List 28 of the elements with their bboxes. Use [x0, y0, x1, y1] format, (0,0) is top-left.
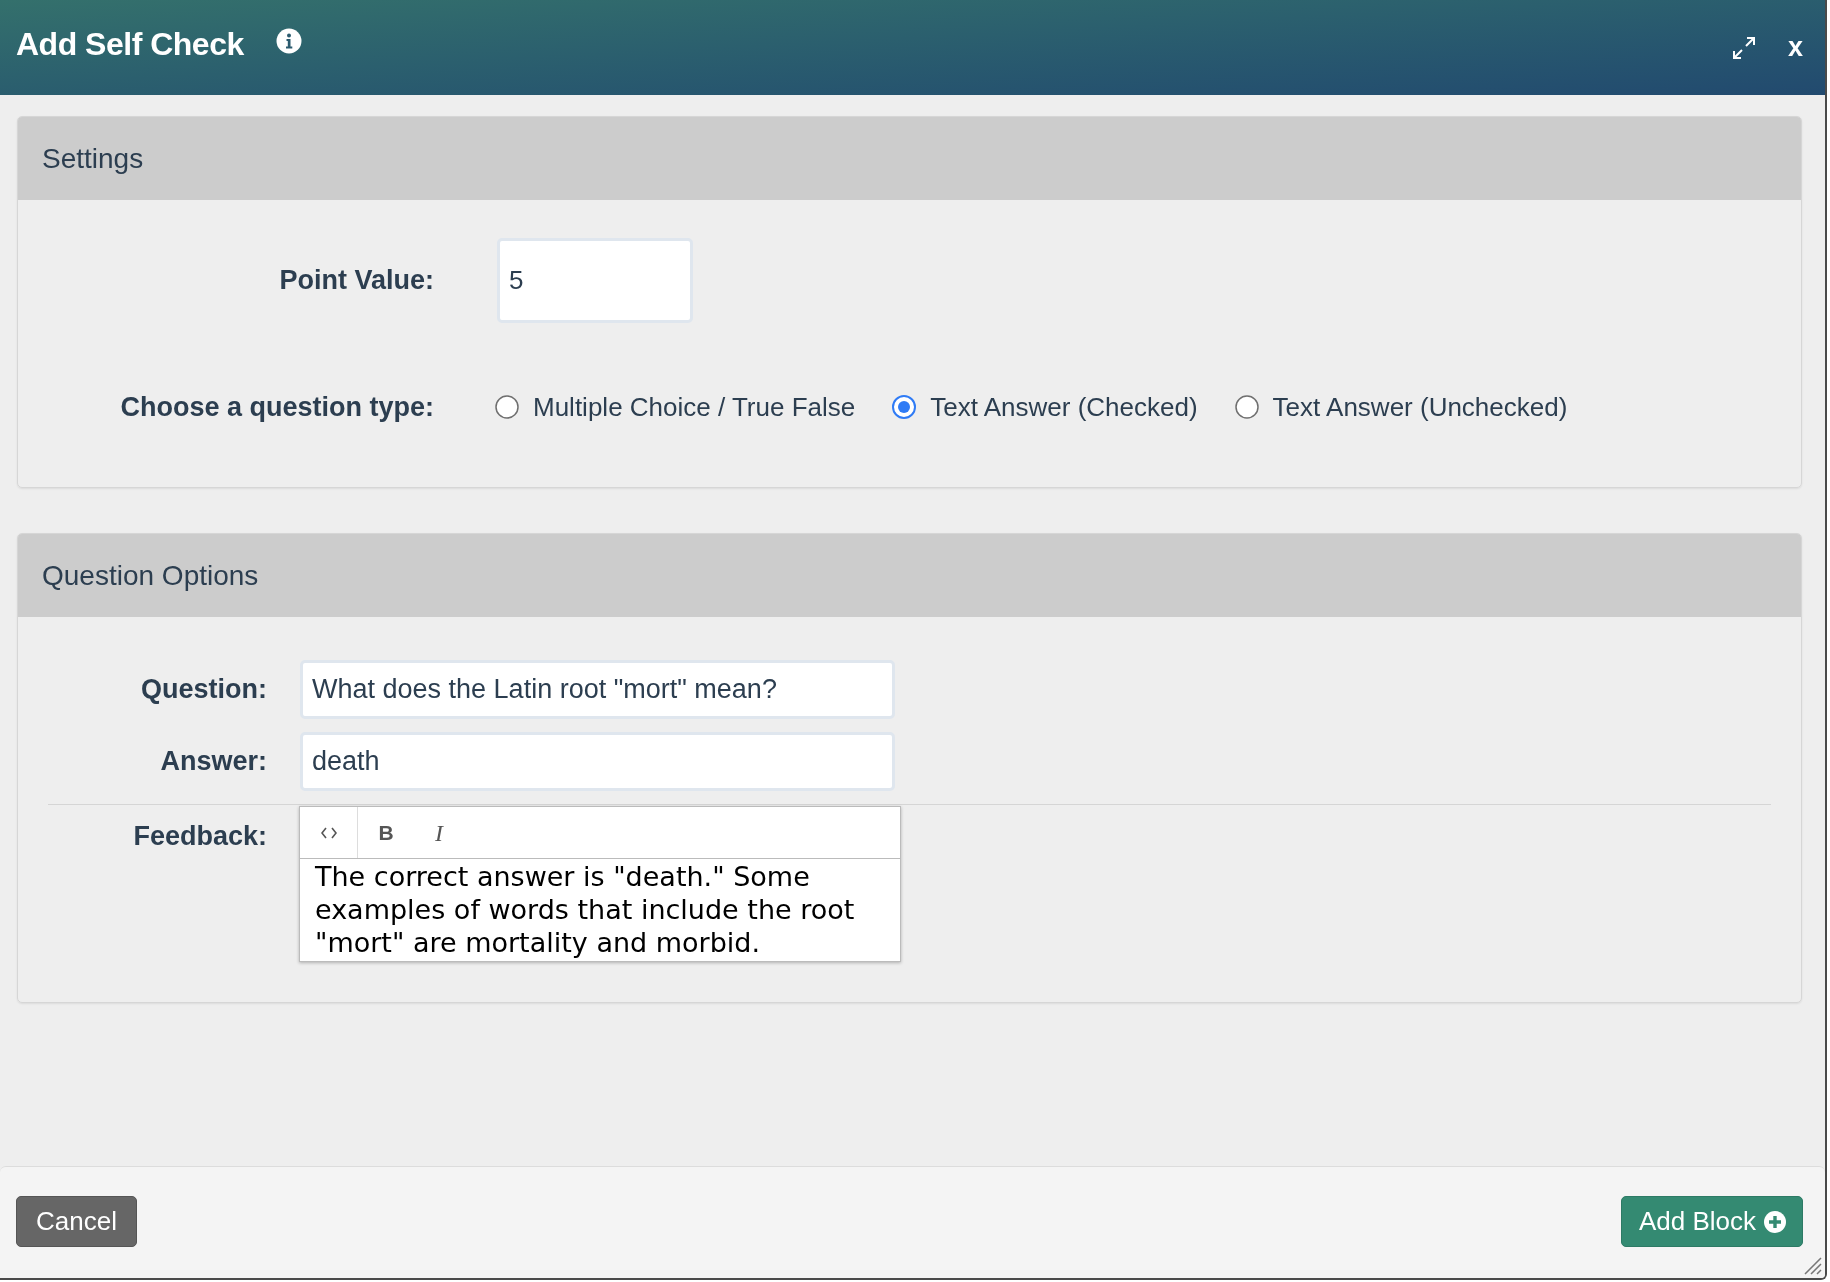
expand-icon[interactable] [1731, 35, 1756, 60]
panel-title: Settings [42, 141, 144, 176]
radio-button[interactable] [495, 395, 519, 419]
add-block-button[interactable]: Add Block [1620, 1196, 1803, 1247]
code-icon[interactable] [320, 826, 337, 839]
resize-grip-icon[interactable] [1802, 1255, 1822, 1275]
question-field[interactable]: What does the Latin root "mort" mean? [300, 660, 895, 719]
feedback-label: Feedback: [132, 820, 267, 853]
info-icon[interactable] [275, 27, 302, 54]
radio-button[interactable] [892, 395, 917, 419]
italic-button[interactable]: I [414, 807, 464, 858]
cancel-button[interactable]: Cancel [16, 1196, 137, 1247]
dialog-title: Add Self Check [16, 24, 244, 64]
feedback-text-area[interactable]: The correct answer is "death." Some examples of words that include the root "mort" are mortality and morbid. [300, 859, 900, 961]
panel-title: Question Options [42, 558, 259, 593]
radio-label[interactable]: Text Answer (Checked) [930, 387, 1198, 427]
close-button[interactable]: x [1787, 34, 1803, 61]
question-type-label: Choose a question type: [119, 390, 434, 424]
radio-button[interactable] [1234, 395, 1259, 419]
radio-label[interactable]: Multiple Choice / True False [533, 387, 856, 427]
answer-label: Answer: [159, 745, 267, 779]
radio-label[interactable]: Text Answer (Unchecked) [1272, 387, 1568, 427]
point-value-label: Point Value: [278, 264, 434, 298]
point-value-field[interactable]: 5 [497, 238, 693, 323]
plus-circle-icon [1764, 1210, 1786, 1233]
answer-field[interactable]: death [300, 732, 895, 791]
bold-button[interactable]: B [358, 807, 414, 858]
question-label: Question: [140, 673, 267, 707]
